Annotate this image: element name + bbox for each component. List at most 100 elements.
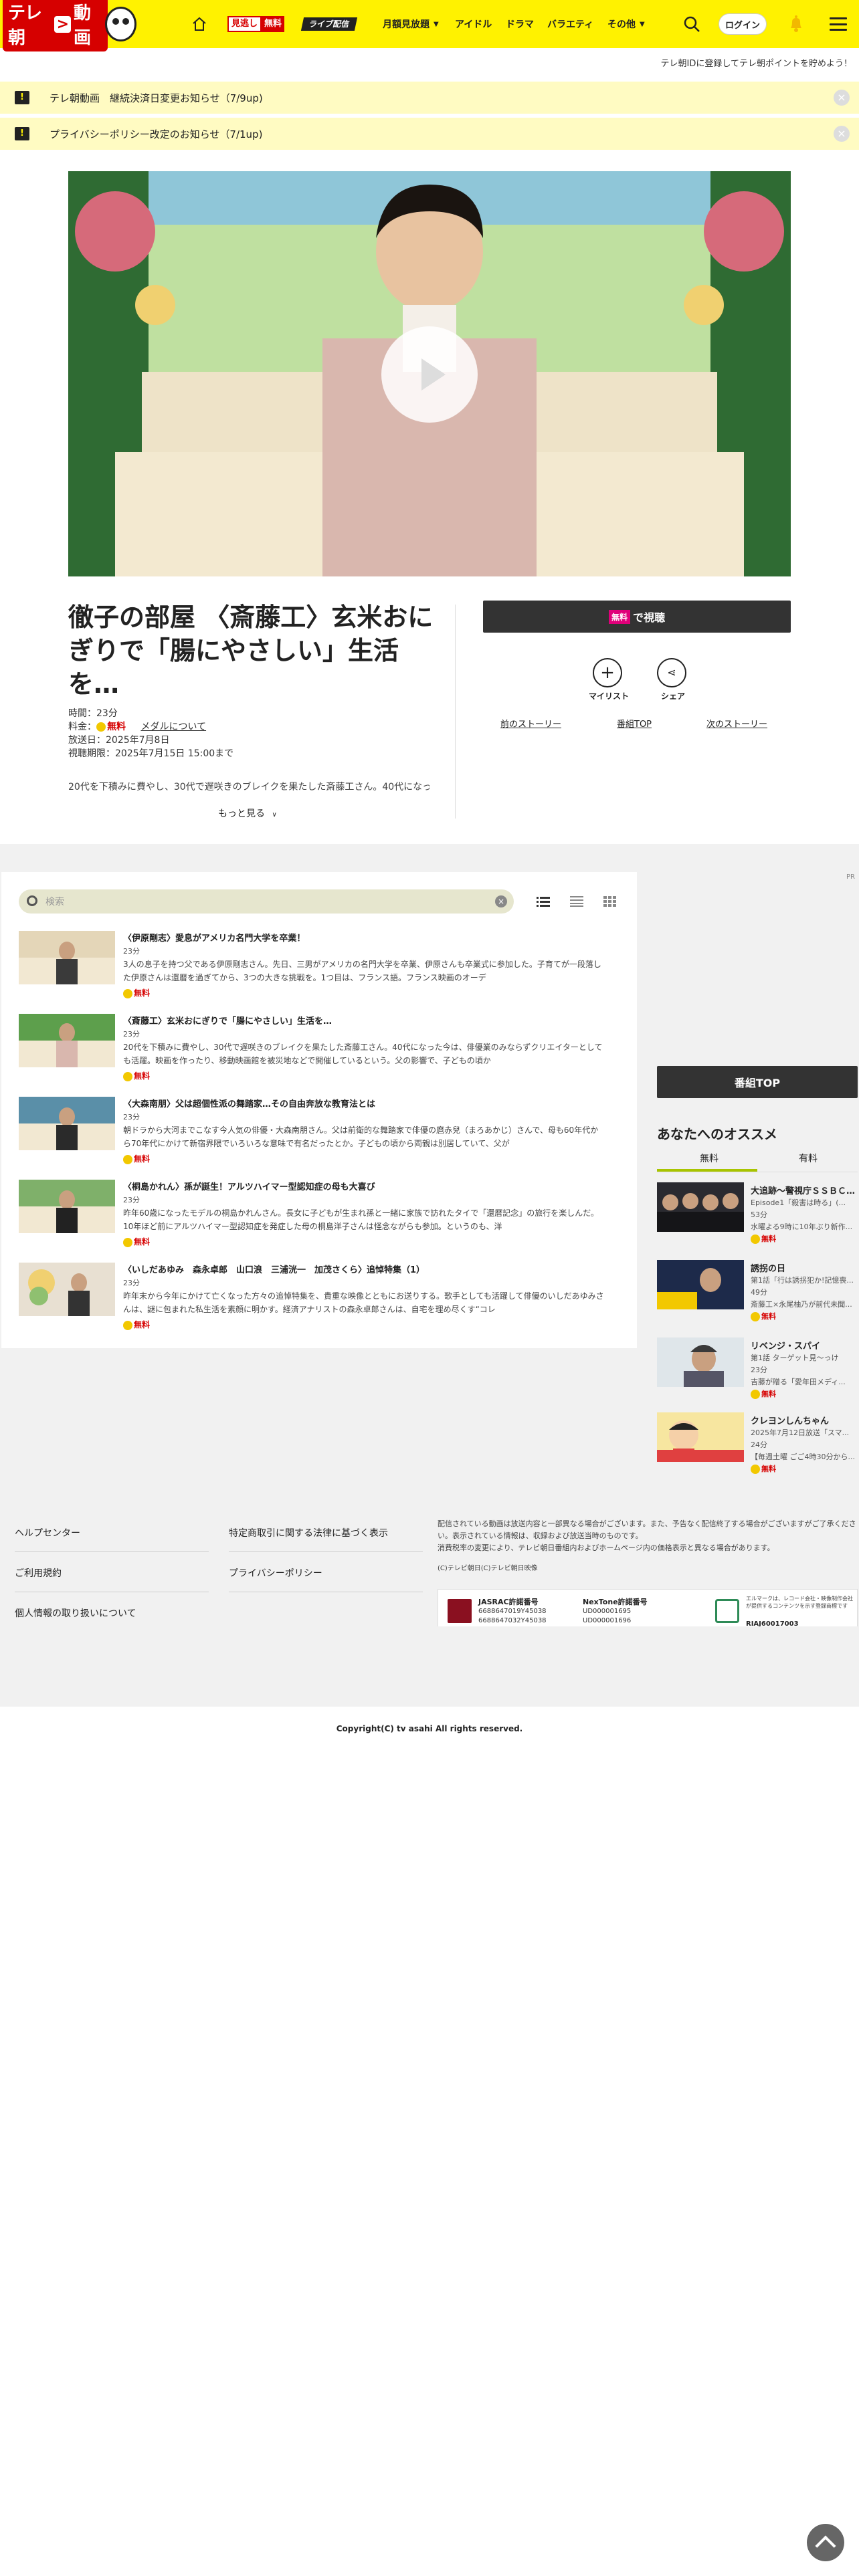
footer-link-terms[interactable]: ご利用規約: [15, 1566, 62, 1580]
menu-icon[interactable]: [830, 17, 847, 31]
item-description: 朝ドラから大河までこなす今人気の俳優・大森南朋さん。父は前衛的な舞踏家で俳優の麿…: [123, 1125, 599, 1148]
promo-text[interactable]: テレ朝IDに登録してテレ朝ポイントを貯めよう！: [661, 56, 852, 69]
item-title[interactable]: 〈いしだあゆみ 森永卓郎 山口浪 三浦洸一 加茂さくら〉追悼特集（1）: [123, 1263, 425, 1275]
item-title[interactable]: 〈伊原剛志〉愛息がアメリカ名門大学を卒業！: [123, 931, 305, 944]
episode-air-date: 放送日：2025年7月8日: [68, 735, 170, 746]
pr-label: PR: [846, 873, 855, 881]
site-header: テレ朝 > 動画 見逃し 無料 ライブ配信 月額見放題 ▼ アイドル ドラマ バラ…: [0, 0, 859, 51]
item-title[interactable]: 〈桐島かれん〉孫が誕生！アルツハイマー型認知症の母も大喜び: [123, 1180, 375, 1192]
close-icon[interactable]: ×: [834, 90, 850, 106]
grid-view-icon[interactable]: [603, 896, 617, 907]
next-story-link[interactable]: 次のストーリー: [706, 717, 767, 730]
recommend-item[interactable]: リベンジ・スパイ 第1話 ターゲット見～っけ 23分 吉藤が贈る「愛年田メディ.…: [657, 1337, 858, 1399]
recommend-title-text[interactable]: 大追跡～警視庁ＳＳＢＣ…: [751, 1184, 858, 1196]
episode-thumbnail[interactable]: [19, 1014, 115, 1067]
home-icon[interactable]: [191, 16, 207, 32]
mitoshi-free-button[interactable]: 見逃し 無料: [227, 16, 285, 32]
nav-other[interactable]: その他 ▼: [607, 16, 645, 32]
episode-list-panel: 検索 × 〈伊原剛志〉愛息がアメリカ名門大学を卒業！ 23分 3人の息子を持つ父…: [1, 872, 637, 1348]
recommend-desc: 吉藤が贈る「愛年田メディ...: [751, 1378, 846, 1386]
episode-description: 20代を下積みに費やし、30代で遅咲きのブレイクを果たした斎藤工さん。40代にな…: [68, 782, 430, 792]
nav-idol[interactable]: アイドル: [455, 16, 492, 32]
live-button[interactable]: ライブ配信: [300, 17, 358, 31]
recommend-item[interactable]: クレヨンしんちゃん 2025年7月12日放送「スマ... 24分 【毎週土曜 ご…: [657, 1412, 858, 1474]
nextone-numbers: UD000001695 UD000001696: [583, 1608, 632, 1624]
clear-icon[interactable]: ×: [495, 895, 507, 907]
episode-deadline: 視聴期限：2025年7月15日 15:00まで: [68, 748, 234, 759]
notice-bar[interactable]: ! プライバシーポリシー改定のお知らせ（7/1up) ×: [0, 118, 859, 150]
play-button[interactable]: [381, 326, 478, 423]
list-item[interactable]: 〈いしだあゆみ 森永卓郎 山口浪 三浦洸一 加茂さくら〉追悼特集（1） 23分 …: [19, 1263, 621, 1330]
recommend-title-text[interactable]: 誘拐の日: [751, 1261, 858, 1274]
recommend-item[interactable]: 大追跡～警視庁ＳＳＢＣ… Episode1「殺害は時る」(... 53分 水曜よ…: [657, 1182, 858, 1244]
tab-paid[interactable]: 有料: [799, 1152, 818, 1165]
chevron-down-icon: ▼: [434, 20, 439, 28]
recommend-thumbnail[interactable]: [657, 1337, 744, 1387]
search-icon[interactable]: [682, 15, 701, 33]
recommend-title-text[interactable]: クレヨンしんちゃん: [751, 1414, 858, 1426]
program-top-link[interactable]: 番組TOP: [617, 717, 652, 730]
more-button[interactable]: もっと見る ∨: [218, 807, 277, 820]
recommend-thumbnail[interactable]: [657, 1412, 744, 1462]
episode-price: 料金： 無料 メダルについて: [68, 720, 206, 733]
list-item[interactable]: 〈大森南朋〉父は超個性派の舞踏家…その自由奔放な教育法とは 23分 朝ドラから大…: [19, 1097, 621, 1164]
episode-title: 徹子の部屋 〈斎藤工〉玄米おにぎりで「腸にやさしい」生活を…: [68, 603, 434, 699]
disclaimer-text: 配信されている動画は放送内容と一部異なる場合がございます。また、予告なく配信終了…: [438, 1519, 856, 1552]
episode-thumbnail[interactable]: [19, 1097, 115, 1150]
coin-icon: [751, 1312, 760, 1321]
nav-variety[interactable]: バラエティ: [547, 16, 593, 32]
notice-text[interactable]: プライバシーポリシー改定のお知らせ（7/1up): [50, 127, 262, 141]
tab-active-indicator: [657, 1169, 757, 1172]
list-item[interactable]: 〈伊原剛志〉愛息がアメリカ名門大学を卒業！ 23分 3人の息子を持つ父である伊原…: [19, 931, 621, 998]
recommend-item[interactable]: 誘拐の日 第1話「行は誘拐犯か!記憶喪... 49分 斎藤工×永尾柚乃が前代未聞…: [657, 1260, 858, 1321]
mylist-plus-icon[interactable]: +: [593, 658, 622, 687]
footer-link-tokusho[interactable]: 特定商取引に関する法律に基づく表示: [229, 1526, 388, 1539]
recommend-title-text[interactable]: リベンジ・スパイ: [751, 1339, 858, 1352]
notice-bar[interactable]: ! テレ朝動画 継続決済日変更お知らせ（7/9up) ×: [0, 82, 859, 114]
episode-duration: 時間：23分: [68, 708, 118, 719]
video-player[interactable]: [68, 171, 791, 576]
coin-icon: [123, 1237, 132, 1247]
item-duration: 23分: [123, 1030, 140, 1039]
notice-icon: !: [15, 91, 29, 104]
recommend-thumbnail[interactable]: [657, 1182, 744, 1232]
search-input[interactable]: 検索 ×: [19, 889, 514, 914]
list-item[interactable]: 〈斎藤工〉玄米おにぎりで「腸にやさしい」生活を… 23分 20代を下積みに費やし…: [19, 1014, 621, 1081]
medal-link[interactable]: メダルについて: [140, 722, 206, 732]
close-icon[interactable]: ×: [834, 126, 850, 142]
episode-thumbnail[interactable]: [19, 931, 115, 984]
recommend-info: 53分: [751, 1210, 767, 1219]
site-logo[interactable]: テレ朝 > 動画: [3, 0, 136, 51]
notice-text[interactable]: テレ朝動画 継続決済日変更お知らせ（7/9up): [50, 91, 263, 105]
episode-thumbnail[interactable]: [19, 1180, 115, 1233]
share-icon[interactable]: ⋖: [657, 658, 686, 687]
mylist-label[interactable]: マイリスト: [589, 690, 629, 702]
footer-link-privacy-policy[interactable]: プライバシーポリシー: [229, 1566, 322, 1580]
nav-monthly[interactable]: 月額見放題 ▼: [383, 16, 439, 32]
item-title[interactable]: 〈大森南朋〉父は超個性派の舞踏家…その自由奔放な教育法とは: [123, 1097, 375, 1109]
recommend-thumbnail[interactable]: [657, 1260, 744, 1309]
share-label[interactable]: シェア: [661, 690, 685, 702]
detail-view-icon[interactable]: [570, 896, 583, 907]
prev-story-link[interactable]: 前のストーリー: [500, 717, 561, 730]
price-label: 料金：: [68, 722, 96, 732]
bell-icon[interactable]: [788, 15, 804, 33]
list-view-icon[interactable]: [537, 896, 550, 907]
program-top-button[interactable]: 番組TOP: [657, 1066, 858, 1098]
list-item[interactable]: 〈桐島かれん〉孫が誕生！アルツハイマー型認知症の母も大喜び 23分 昨年60歳に…: [19, 1180, 621, 1247]
item-title[interactable]: 〈斎藤工〉玄米おにぎりで「腸にやさしい」生活を…: [123, 1014, 332, 1027]
watch-button[interactable]: 無料 で視聴: [483, 601, 791, 633]
mitoshi-free-label: 無料: [262, 16, 285, 32]
footer-background: [0, 1626, 859, 1707]
item-description: 昨年末から今年にかけて亡くなった方々の追悼特集を、貴重な映像とともにお送りする。…: [123, 1291, 604, 1314]
footer-link-privacy-info[interactable]: 個人情報の取り扱いについて: [15, 1606, 136, 1620]
login-button[interactable]: ログイン: [719, 13, 767, 35]
scroll-to-top-button[interactable]: [807, 2524, 844, 2561]
episode-thumbnail[interactable]: [19, 1263, 115, 1316]
tab-free[interactable]: 無料: [700, 1152, 719, 1165]
footer-link-help[interactable]: ヘルプセンター: [15, 1526, 80, 1539]
copyright-small: (C)テレビ朝日(C)テレビ朝日映像: [438, 1565, 538, 1572]
logo-arrow-icon: >: [54, 15, 72, 33]
nav-drama[interactable]: ドラマ: [506, 16, 534, 32]
item-duration: 23分: [123, 1196, 140, 1204]
